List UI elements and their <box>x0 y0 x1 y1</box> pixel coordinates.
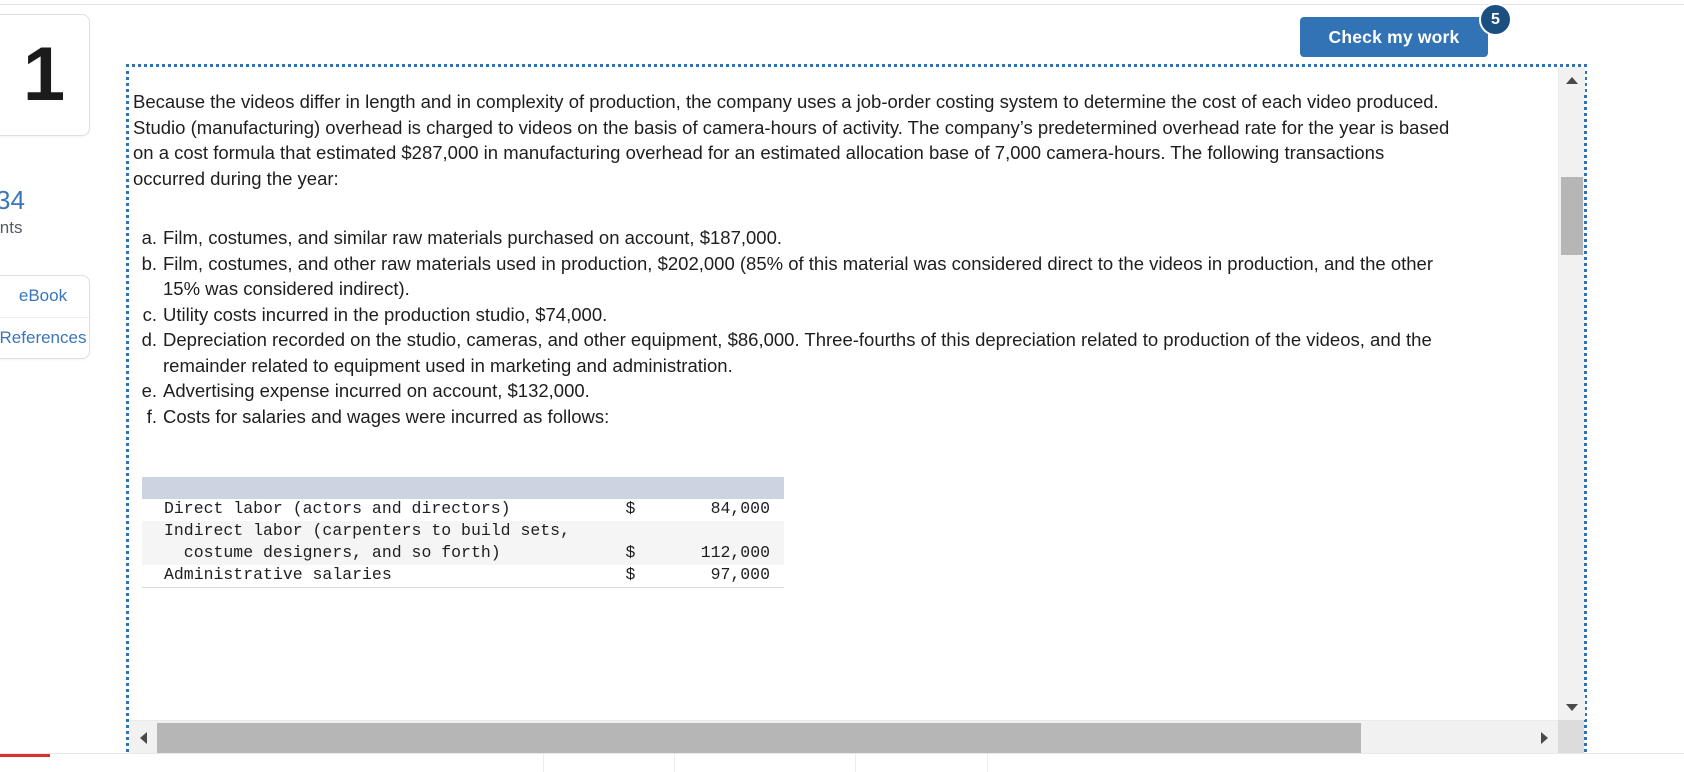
table-row: Direct labor (actors and directors) $ 84… <box>142 499 784 521</box>
row-label: Direct labor (actors and directors) <box>142 499 626 521</box>
row-amount <box>670 521 784 543</box>
list-item: b. Film, costumes, and other raw materia… <box>133 251 1463 302</box>
list-item: c. Utility costs incurred in the product… <box>133 302 1463 328</box>
list-marker: b. <box>141 252 157 274</box>
table-footer-row <box>142 586 784 609</box>
horizontal-scrollbar-thumb[interactable] <box>157 723 1361 754</box>
transaction-list: a. Film, costumes, and similar raw mater… <box>133 225 1544 429</box>
points-value: 34 <box>0 185 25 215</box>
list-marker: d. <box>141 329 157 350</box>
row-currency: $ <box>625 543 671 565</box>
question-content-frame: Because the videos differ in length and … <box>126 64 1587 759</box>
bottom-separator <box>855 754 856 772</box>
triangle-left-icon <box>139 732 147 744</box>
bottom-separator <box>987 754 988 772</box>
table-header-label <box>142 477 626 499</box>
list-marker: f. <box>146 405 157 427</box>
salaries-table: Direct labor (actors and directors) $ 84… <box>142 477 784 609</box>
table-header-amount <box>670 477 784 499</box>
content-body: Because the videos differ in length and … <box>129 67 1558 609</box>
points-label: ints <box>0 217 23 237</box>
footer-cell <box>625 586 671 609</box>
list-item: e. Advertising expense incurred on accou… <box>133 378 1463 404</box>
row-label: Administrative salaries <box>142 565 626 587</box>
resource-links-card: eBook References <box>0 274 90 359</box>
row-amount: 97,000 <box>670 565 784 587</box>
list-marker: c. <box>142 303 157 325</box>
scroll-down-button[interactable] <box>1559 694 1585 720</box>
table-row: Indirect labor (carpenters to build sets… <box>142 521 784 543</box>
bottom-bar <box>0 754 1684 772</box>
scroll-up-button[interactable] <box>1559 67 1585 93</box>
triangle-up-icon <box>1566 76 1578 84</box>
table-header-row <box>142 477 784 499</box>
scroll-left-button[interactable] <box>129 721 157 755</box>
bottom-separator <box>543 754 544 772</box>
list-item: a. Film, costumes, and similar raw mater… <box>133 225 1463 251</box>
list-text: Depreciation recorded on the studio, cam… <box>163 329 1432 376</box>
references-link[interactable]: References <box>0 316 89 358</box>
list-marker: a. <box>141 227 157 248</box>
list-text: Film, costumes, and other raw materials … <box>163 252 1433 300</box>
row-currency: $ <box>625 565 671 587</box>
check-my-work-button[interactable]: Check my work <box>1300 17 1488 57</box>
page-root: 1 34 ints eBook References Check my work… <box>0 0 1684 772</box>
bottom-separator <box>674 754 675 772</box>
question-number: 1 <box>22 32 65 117</box>
content-viewport: Because the videos differ in length and … <box>129 67 1558 720</box>
row-amount: 112,000 <box>670 543 784 565</box>
list-text: Advertising expense incurred on account,… <box>163 380 590 401</box>
scrollbar-corner <box>1558 720 1584 756</box>
row-amount: 84,000 <box>670 499 784 521</box>
check-my-work-badge: 5 <box>1479 3 1512 36</box>
triangle-down-icon <box>1566 703 1578 711</box>
horizontal-scrollbar[interactable] <box>129 720 1558 756</box>
ebook-link[interactable]: eBook <box>0 276 89 317</box>
triangle-right-icon <box>1540 732 1548 744</box>
vertical-scrollbar-thumb[interactable] <box>1561 177 1583 255</box>
list-text: Costs for salaries and wages were incurr… <box>163 405 610 427</box>
question-number-card: 1 <box>0 14 90 136</box>
footer-cell <box>142 586 626 609</box>
list-marker: e. <box>141 380 157 401</box>
row-label: Indirect labor (carpenters to build sets… <box>142 521 626 543</box>
intro-paragraph: Because the videos differ in length and … <box>133 91 1450 189</box>
footer-cell <box>670 586 784 609</box>
top-divider <box>0 4 1684 5</box>
row-currency: $ <box>625 499 671 521</box>
question-rail: 1 34 ints eBook References <box>0 14 90 359</box>
list-text: Film, costumes, and similar raw material… <box>163 227 783 248</box>
list-text: Utility costs incurred in the production… <box>163 303 608 325</box>
vertical-scrollbar[interactable] <box>1558 67 1585 720</box>
row-label-continued: costume designers, and so forth) <box>142 543 626 565</box>
table-row-continuation: costume designers, and so forth) $ 112,0… <box>142 543 784 565</box>
table-row: Administrative salaries $ 97,000 <box>142 565 784 587</box>
row-currency <box>625 521 671 543</box>
list-item: d. Depreciation recorded on the studio, … <box>133 327 1463 378</box>
table-header-currency <box>625 477 671 499</box>
check-my-work-container: Check my work 5 <box>1300 3 1512 57</box>
points-block: 34 ints <box>0 186 90 239</box>
list-item: f. Costs for salaries and wages were inc… <box>133 404 1463 430</box>
bottom-accent <box>0 754 50 757</box>
scroll-right-button[interactable] <box>1530 721 1558 755</box>
